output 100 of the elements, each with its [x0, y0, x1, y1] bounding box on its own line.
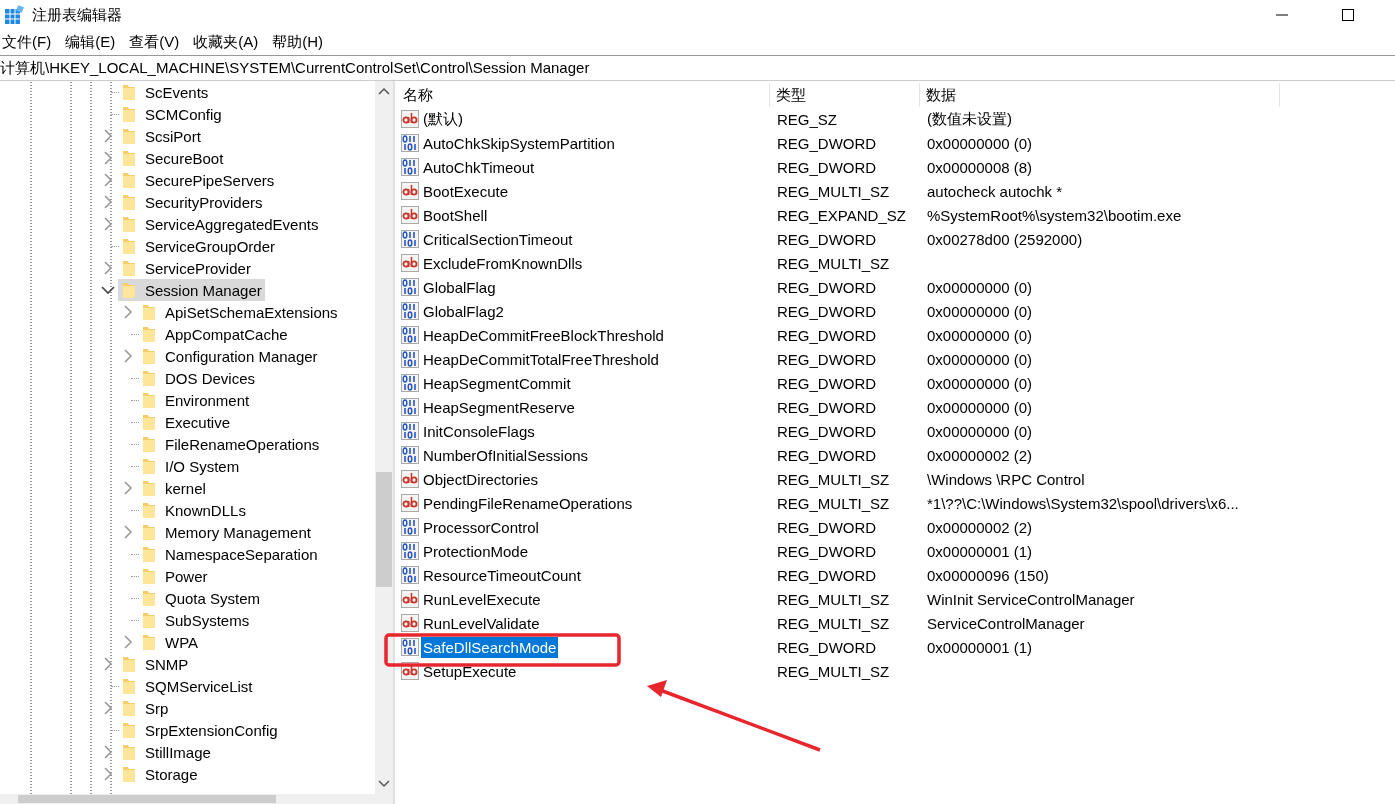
- folder-icon: [122, 127, 136, 145]
- value-name[interactable]: PendingFileRenameOperations: [421, 492, 635, 514]
- value-name[interactable]: ResourceTimeoutCount: [421, 564, 583, 586]
- menu-item[interactable]: 文件(F): [0, 33, 59, 52]
- folder-icon: [142, 391, 156, 409]
- tree-item[interactable]: ScEvents: [118, 81, 212, 103]
- value-data: 0x00000000 (0): [927, 326, 1033, 344]
- tree-item[interactable]: SubSystems: [138, 609, 253, 631]
- column-header[interactable]: 类型: [770, 83, 920, 107]
- address-bar[interactable]: 计算机\HKEY_LOCAL_MACHINE\SYSTEM\CurrentControlSet\Control\Session Manager: [0, 55, 1395, 81]
- tree-item[interactable]: Storage: [118, 763, 201, 785]
- value-name[interactable]: (默认): [421, 108, 465, 130]
- value-type: REG_DWORD: [777, 326, 877, 344]
- tree-item[interactable]: KnownDLLs: [138, 499, 249, 521]
- tree-item[interactable]: SrpExtensionConfig: [118, 719, 281, 741]
- value-name[interactable]: BootShell: [421, 204, 490, 226]
- menu-item[interactable]: 编辑(E): [63, 33, 123, 52]
- value-data: %SystemRoot%\system32\bootim.exe: [927, 206, 1182, 224]
- value-name[interactable]: ObjectDirectories: [421, 468, 541, 490]
- tree-item[interactable]: WPA: [138, 631, 202, 653]
- tree-item[interactable]: NamespaceSeparation: [138, 543, 321, 565]
- tree-item[interactable]: ScsiPort: [118, 125, 204, 147]
- value-name[interactable]: InitConsoleFlags: [421, 420, 537, 442]
- menu-item[interactable]: 查看(V): [127, 33, 187, 52]
- tree-item[interactable]: Executive: [138, 411, 234, 433]
- column-header[interactable]: 名称: [397, 83, 770, 107]
- tree-item[interactable]: Quota System: [138, 587, 264, 609]
- folder-icon: [122, 193, 136, 211]
- value-name[interactable]: HeapDeCommitTotalFreeThreshold: [421, 348, 661, 370]
- value-name[interactable]: RunLevelValidate: [421, 612, 542, 634]
- value-data: 0x00000000 (0): [927, 278, 1033, 296]
- folder-icon: [122, 655, 136, 673]
- value-type: REG_MULTI_SZ: [777, 182, 890, 200]
- tree-item[interactable]: ServiceAggregatedEvents: [118, 213, 322, 235]
- tree-item[interactable]: kernel: [138, 477, 209, 499]
- tree-item[interactable]: Configuration Manager: [138, 345, 321, 367]
- scroll-down-icon[interactable]: [378, 780, 390, 788]
- folder-icon: [122, 171, 136, 189]
- value-name[interactable]: GlobalFlag: [421, 276, 498, 298]
- tree-item[interactable]: Session Manager: [118, 279, 265, 301]
- menu-item[interactable]: 帮助(H): [270, 33, 330, 52]
- tree-item[interactable]: FileRenameOperations: [138, 433, 323, 455]
- scroll-up-icon[interactable]: [378, 87, 390, 95]
- tree-item[interactable]: ApiSetSchemaExtensions: [138, 301, 341, 323]
- tree-item[interactable]: AppCompatCache: [138, 323, 291, 345]
- folder-icon: [142, 347, 156, 365]
- tree-item[interactable]: Srp: [118, 697, 172, 719]
- tree-item[interactable]: I/O System: [138, 455, 243, 477]
- binary-value-icon: [401, 542, 419, 560]
- folder-icon: [122, 281, 136, 299]
- tree-item[interactable]: SecureBoot: [118, 147, 227, 169]
- tree-item[interactable]: Environment: [138, 389, 253, 411]
- folder-icon: [122, 259, 136, 277]
- tree-item[interactable]: SQMServiceList: [118, 675, 256, 697]
- horizontal-scrollbar[interactable]: [0, 794, 393, 804]
- tree-item[interactable]: SCMConfig: [118, 103, 225, 125]
- value-name[interactable]: ProcessorControl: [421, 516, 541, 538]
- value-data: 0x00000096 (150): [927, 566, 1049, 584]
- folder-icon: [122, 721, 136, 739]
- folder-icon: [142, 501, 156, 519]
- value-name[interactable]: RunLevelExecute: [421, 588, 543, 610]
- value-name[interactable]: SetupExecute: [421, 660, 519, 682]
- tree-item[interactable]: Power: [138, 565, 211, 587]
- value-name[interactable]: NumberOfInitialSessions: [421, 444, 591, 466]
- binary-value-icon: [401, 374, 419, 392]
- tree-item[interactable]: SNMP: [118, 653, 192, 675]
- menu-item[interactable]: 收藏夹(A): [191, 33, 266, 52]
- scroll-thumb[interactable]: [18, 795, 276, 803]
- value-data: autocheck autochk *: [927, 182, 1063, 200]
- value-type: REG_DWORD: [777, 302, 877, 320]
- vertical-scrollbar[interactable]: [375, 81, 393, 794]
- tree-item[interactable]: DOS Devices: [138, 367, 259, 389]
- value-name[interactable]: HeapSegmentCommit: [421, 372, 573, 394]
- tree-item[interactable]: SecurePipeServers: [118, 169, 278, 191]
- value-type: REG_DWORD: [777, 278, 877, 296]
- value-name[interactable]: SafeDllSearchMode: [421, 636, 559, 658]
- value-name[interactable]: ExcludeFromKnownDlls: [421, 252, 585, 274]
- tree-item[interactable]: ServiceProvider: [118, 257, 254, 279]
- string-value-icon: [401, 182, 419, 200]
- value-data: ServiceControlManager: [927, 614, 1085, 632]
- maximize-icon[interactable]: [1342, 9, 1354, 21]
- value-name[interactable]: AutoChkSkipSystemPartition: [421, 132, 617, 154]
- string-value-icon: [401, 110, 419, 128]
- binary-value-icon: [401, 230, 419, 248]
- tree-item[interactable]: SecurityProviders: [118, 191, 266, 213]
- value-name[interactable]: HeapSegmentReserve: [421, 396, 577, 418]
- column-header[interactable]: 数据: [920, 83, 1280, 107]
- value-name[interactable]: AutoChkTimeout: [421, 156, 537, 178]
- value-name[interactable]: ProtectionMode: [421, 540, 531, 562]
- value-name[interactable]: CriticalSectionTimeout: [421, 228, 575, 250]
- folder-icon: [122, 215, 136, 233]
- tree-item[interactable]: Memory Management: [138, 521, 314, 543]
- value-name[interactable]: HeapDeCommitFreeBlockThreshold: [421, 324, 666, 346]
- value-data: *1\??\C:\Windows\System32\spool\drivers\x6...: [927, 494, 1239, 512]
- value-name[interactable]: GlobalFlag2: [421, 300, 506, 322]
- tree-item[interactable]: ServiceGroupOrder: [118, 235, 279, 257]
- value-type: REG_MULTI_SZ: [777, 494, 890, 512]
- scroll-thumb[interactable]: [376, 472, 392, 587]
- tree-item[interactable]: StillImage: [118, 741, 214, 763]
- value-name[interactable]: BootExecute: [421, 180, 511, 202]
